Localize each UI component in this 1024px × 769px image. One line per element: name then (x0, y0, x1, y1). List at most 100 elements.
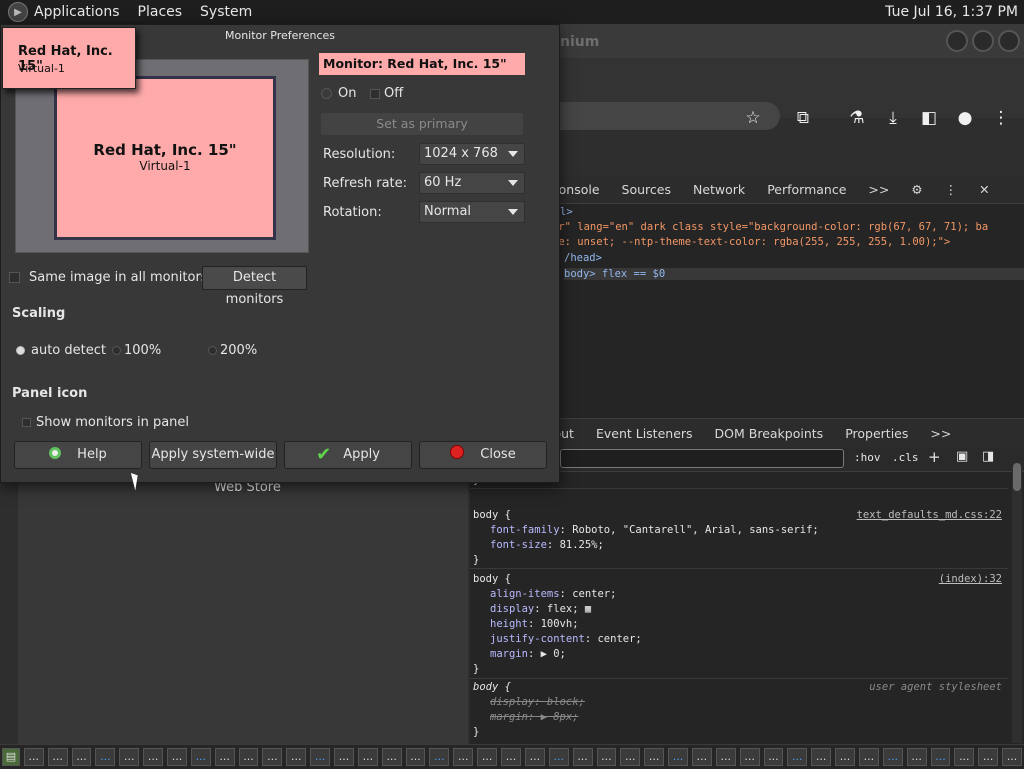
css-prop[interactable]: display (490, 603, 534, 615)
browser-menu-icon[interactable]: ⋮ (990, 107, 1012, 129)
help-button[interactable]: Help (14, 441, 142, 469)
close-button[interactable]: Close (419, 441, 547, 469)
devtools-settings-icon[interactable]: ⚙ (900, 182, 933, 197)
scaling-100-radio[interactable]: 100% (112, 343, 161, 358)
apply-system-wide-button[interactable]: Apply system-wide (149, 441, 277, 469)
same-image-checkbox[interactable]: Same image in all monitors (9, 270, 208, 285)
refresh-rate-select[interactable]: 60 Hz (419, 172, 525, 194)
tab-performance[interactable]: Performance (756, 182, 857, 197)
taskbar-window[interactable]: ... (858, 748, 879, 766)
minimize-icon[interactable] (946, 30, 968, 52)
css-prop[interactable]: justify-content (490, 633, 585, 645)
taskbar-window[interactable]: ... (906, 748, 927, 766)
css-prop[interactable]: margin (490, 648, 528, 660)
taskbar-window[interactable]: ... (691, 748, 712, 766)
css-rule[interactable]: body {text_defaults_md.css:22 font-famil… (470, 508, 1008, 569)
taskbar-window[interactable]: ... (739, 748, 760, 766)
show-in-panel-checkbox[interactable]: Show monitors in panel (22, 415, 189, 430)
css-rule[interactable]: body {(index):32 align-items: center; di… (470, 572, 1008, 679)
download-icon[interactable]: ⤓ (882, 107, 904, 129)
more-subtabs-button[interactable]: >> (919, 426, 962, 441)
taskbar-window[interactable]: ... (47, 748, 68, 766)
css-prop[interactable]: font-family (490, 524, 560, 536)
taskbar-window[interactable]: ... (501, 748, 521, 766)
tab-properties[interactable]: Properties (834, 426, 919, 441)
css-prop[interactable]: height (490, 618, 528, 630)
detect-monitors-button[interactable]: Detect monitors (202, 266, 307, 307)
taskbar-window[interactable]: ... (286, 748, 307, 766)
taskbar-window[interactable]: ... (1002, 748, 1022, 766)
more-tabs-button[interactable]: >> (857, 182, 900, 197)
taskbar-window[interactable]: ... (381, 748, 402, 766)
flex-editor-icon[interactable]: ▦ (585, 603, 591, 615)
monitor-off-radio[interactable]: Off (370, 86, 403, 101)
show-in-panel-indicator[interactable] (22, 418, 31, 427)
css-source-link[interactable]: (index):32 (939, 572, 1002, 587)
devtools-close-icon[interactable]: ✕ (968, 182, 1000, 197)
taskbar-window[interactable]: ... (811, 748, 832, 766)
hov-toggle[interactable]: :hov (854, 451, 881, 464)
side-panel-icon[interactable]: ◧ (918, 107, 940, 129)
devtools-menu-icon[interactable]: ⋮ (934, 182, 969, 197)
monitor-on-radio[interactable]: On (321, 86, 356, 101)
taskbar-chrome-window[interactable]: ... (310, 748, 331, 766)
css-rule[interactable]: body {user agent stylesheet display: blo… (470, 680, 1008, 740)
resolution-select[interactable]: 1024 x 768 (419, 143, 525, 165)
same-image-check-indicator[interactable] (9, 272, 20, 283)
taskbar-window[interactable]: ... (23, 748, 44, 766)
taskbar-window[interactable]: ... (71, 748, 92, 766)
css-val[interactable]: ▶ 0; (541, 648, 566, 660)
dom-line[interactable]: l> (560, 206, 573, 218)
scaling-200-indicator[interactable] (208, 346, 217, 355)
cls-toggle[interactable]: .cls (892, 451, 919, 464)
taskbar-window[interactable]: ... (167, 748, 187, 766)
taskbar-window[interactable]: ... (453, 748, 474, 766)
monitor-screen[interactable]: Red Hat, Inc. 15" Virtual-1 (54, 76, 276, 240)
css-val[interactable]: 81.25%; (560, 539, 604, 551)
css-prop[interactable]: font-size (490, 539, 547, 551)
taskbar-window[interactable]: ... (119, 748, 140, 766)
taskbar-window[interactable]: ... (620, 748, 641, 766)
scaling-200-radio[interactable]: 200% (208, 343, 257, 358)
rotation-select[interactable]: Normal (419, 201, 525, 223)
tab-dom-breakpoints[interactable]: DOM Breakpoints (704, 426, 835, 441)
taskbar-window[interactable]: ... (954, 748, 975, 766)
scaling-auto-indicator[interactable] (16, 346, 25, 355)
off-radio-indicator[interactable] (370, 88, 380, 99)
styles-filter-input[interactable] (560, 449, 844, 468)
extensions-icon[interactable]: ⧉ (792, 107, 814, 129)
labs-flask-icon[interactable]: ⚗ (846, 107, 868, 129)
taskbar-window[interactable]: ... (405, 748, 426, 766)
profile-avatar-icon[interactable]: ● (954, 107, 976, 129)
taskbar-window[interactable]: ... (238, 748, 259, 766)
taskbar-window[interactable]: ... (477, 748, 498, 766)
menu-applications[interactable]: Applications (34, 4, 120, 20)
taskbar-window[interactable]: ... (143, 748, 164, 766)
css-val[interactable]: center; (572, 588, 616, 600)
css-val[interactable]: flex; (547, 603, 579, 615)
on-radio-indicator[interactable] (321, 88, 332, 99)
distro-logo-icon[interactable]: ▶ (8, 2, 28, 22)
dom-line[interactable]: /head> (564, 252, 602, 264)
dom-line[interactable]: tr" lang="en" dark class style="backgrou… (552, 221, 988, 233)
maximize-icon[interactable] (972, 30, 994, 52)
taskbar-chrome-window[interactable]: ... (930, 748, 951, 766)
scaling-100-indicator[interactable] (112, 346, 121, 355)
taskbar-window[interactable]: ... (524, 748, 545, 766)
taskbar-window[interactable]: ... (835, 748, 855, 766)
apply-button[interactable]: ✔ Apply (284, 441, 412, 469)
scroll-thumb[interactable] (1013, 463, 1021, 491)
show-desktop-icon[interactable]: ▤ (2, 748, 20, 766)
tab-network[interactable]: Network (682, 182, 756, 197)
paint-brush-icon[interactable]: ▣ (956, 449, 968, 464)
menu-system[interactable]: System (200, 4, 252, 20)
panel-clock[interactable]: Tue Jul 16, 1:37 PM (885, 4, 1018, 20)
taskbar-chrome-window[interactable]: ... (190, 748, 211, 766)
close-window-icon[interactable] (998, 30, 1020, 52)
new-style-rule-icon[interactable]: + (928, 448, 941, 466)
scaling-auto-radio[interactable]: auto detect (16, 343, 106, 358)
taskbar-window[interactable]: ... (357, 748, 378, 766)
taskbar-chrome-window[interactable]: ... (668, 748, 688, 766)
css-source-link[interactable]: text_defaults_md.css:22 (857, 508, 1002, 523)
css-prop[interactable]: align-items (490, 588, 560, 600)
